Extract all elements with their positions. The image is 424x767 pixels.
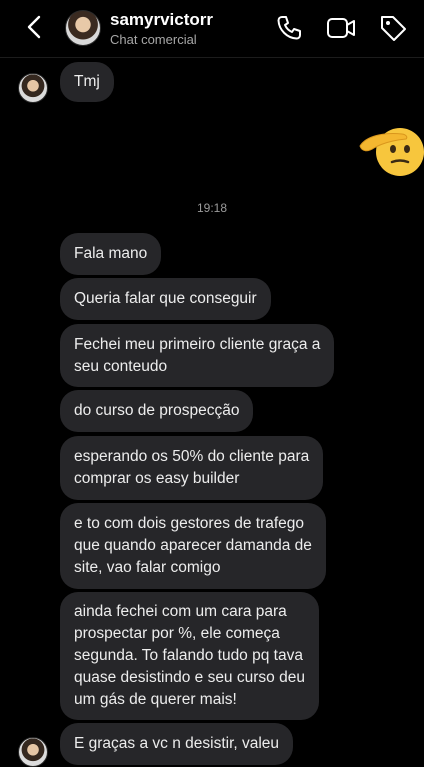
chat-subtitle: Chat comercial xyxy=(110,32,197,47)
message-bubble[interactable]: ainda fechei com um cara para prospectar… xyxy=(60,592,319,720)
message-bubble[interactable]: Fala mano xyxy=(60,233,162,275)
message-bubble[interactable]: Fechei meu primeiro cliente graça a seu … xyxy=(60,324,335,387)
video-camera-icon[interactable] xyxy=(326,13,356,43)
message-bubble[interactable]: do curso de prospecção xyxy=(60,390,254,432)
contact-avatar[interactable] xyxy=(65,10,101,46)
message-bubble[interactable]: e to com dois gestores de trafego que qu… xyxy=(60,503,326,589)
message-bubble[interactable]: Tmj xyxy=(60,62,114,102)
message-timestamp: 19:18 xyxy=(196,201,228,215)
tag-icon[interactable] xyxy=(378,13,408,43)
phone-icon[interactable] xyxy=(274,13,304,43)
chat-header: samyrvictorr Chat comercial xyxy=(0,0,424,58)
message-bubble[interactable]: E graças a vc n desistir, valeu xyxy=(60,723,294,765)
sender-avatar[interactable] xyxy=(18,73,48,103)
back-chevron-icon[interactable] xyxy=(20,12,50,42)
message-bubble[interactable]: esperando os 50% do cliente para comprar… xyxy=(60,436,324,500)
saluting-face-emoji[interactable] xyxy=(356,122,424,178)
contact-username[interactable]: samyrvictorr xyxy=(110,10,213,30)
message-bubble[interactable]: Queria falar que conseguir xyxy=(60,278,271,320)
